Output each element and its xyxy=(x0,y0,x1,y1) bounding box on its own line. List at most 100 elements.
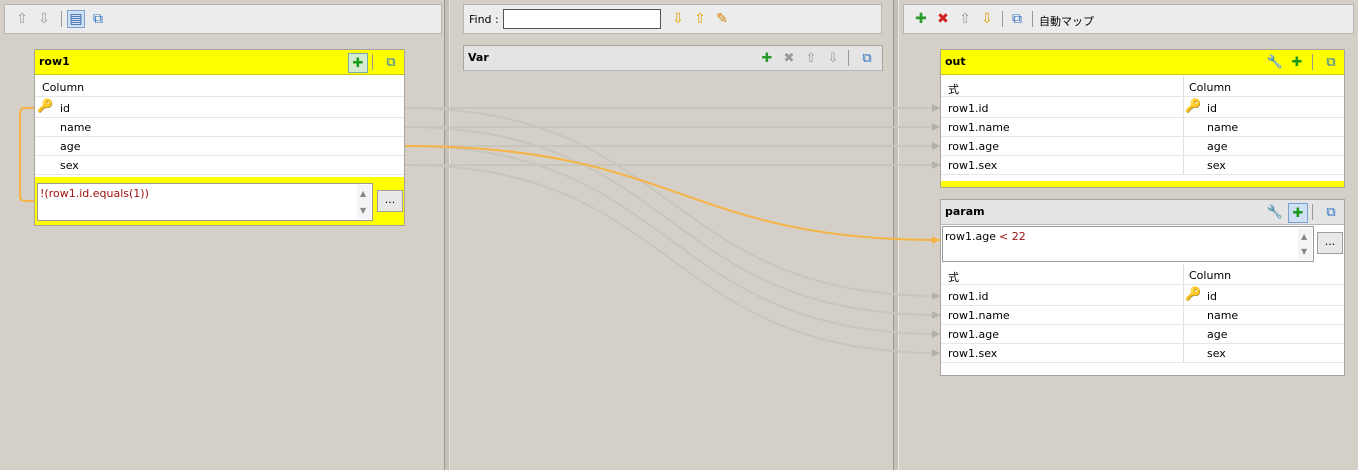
filter-variable: row1.age xyxy=(945,230,996,243)
filter-expression-input[interactable]: !(row1.id.equals(1)) ▲ ▼ xyxy=(37,183,373,221)
minimize-all-icon[interactable]: ⧉ xyxy=(1008,10,1026,28)
add-filter-icon[interactable]: ✚ xyxy=(348,53,368,73)
header-separator xyxy=(1312,54,1313,70)
out-title: out xyxy=(945,55,966,68)
filter-scrollbar[interactable]: ▲ ▼ xyxy=(1298,228,1312,260)
filter-expression-text: !(row1.id.equals(1)) xyxy=(40,187,149,200)
filter-operator: < 22 xyxy=(999,230,1026,243)
var-title: Var xyxy=(468,51,489,64)
param-title: param xyxy=(945,205,985,218)
expression-cell[interactable]: row1.sex xyxy=(948,159,997,172)
add-icon[interactable]: ✚ xyxy=(758,49,776,67)
var-header: Var ✚ ✖ ⇧ ⇩ ⧉ xyxy=(464,46,882,71)
column-header-row: Column xyxy=(35,78,404,97)
expression-header: 式 xyxy=(948,83,959,96)
expression-cell[interactable]: row1.sex xyxy=(948,347,997,360)
column-header-row: 式 Column xyxy=(941,78,1344,97)
column-name: id xyxy=(60,102,71,115)
table-row[interactable]: row1.id 🔑 id xyxy=(941,99,1344,118)
param-table: param 🔧 ✚ ⧉ row1.age < 22 ▲ ▼ ... 式 Colum… xyxy=(940,199,1345,376)
expression-cell[interactable]: row1.id xyxy=(948,102,989,115)
output-toolbar: ✚ ✖ ⇧ ⇩ ⧉ 自動マップ xyxy=(903,4,1354,34)
column-name: name xyxy=(1207,121,1239,134)
param-filter-input[interactable]: row1.age < 22 ▲ ▼ xyxy=(942,226,1314,262)
wrench-icon[interactable]: 🔧 xyxy=(1266,53,1284,71)
expression-cell[interactable]: row1.name xyxy=(948,121,1010,134)
table-row[interactable]: row1.sex sex xyxy=(941,344,1344,363)
row1-title: row1 xyxy=(39,55,70,68)
table-row[interactable]: sex xyxy=(35,156,404,175)
column-name: name xyxy=(1207,309,1239,322)
table-row[interactable]: row1.sex sex xyxy=(941,156,1344,175)
table-row[interactable]: row1.name name xyxy=(941,306,1344,325)
remove-icon[interactable]: ✖ xyxy=(780,49,798,67)
expression-cell[interactable]: row1.age xyxy=(948,140,999,153)
remove-output-icon[interactable]: ✖ xyxy=(934,10,952,28)
filter-expression-button[interactable]: ... xyxy=(377,190,403,212)
find-input[interactable] xyxy=(503,9,661,29)
column-name: sex xyxy=(1207,159,1226,172)
find-previous-icon[interactable]: ⇧ xyxy=(691,10,709,28)
header-separator xyxy=(848,50,849,66)
add-output-icon[interactable]: ✚ xyxy=(912,10,930,28)
column-name: age xyxy=(60,140,81,153)
column-name: name xyxy=(60,121,92,134)
find-next-icon[interactable]: ⇩ xyxy=(669,10,687,28)
table-row[interactable]: 🔑 id xyxy=(35,99,404,118)
move-up-icon[interactable]: ⇧ xyxy=(802,49,820,67)
table-view-icon[interactable]: ▤ xyxy=(67,10,85,28)
filter-expression-button[interactable]: ... xyxy=(1317,232,1343,254)
minimize-icon[interactable]: ⧉ xyxy=(1322,53,1340,71)
minimize-icon[interactable]: ⧉ xyxy=(858,49,876,67)
column-header: Column xyxy=(42,81,85,94)
output-panel: ✚ ✖ ⇧ ⇩ ⧉ 自動マップ out 🔧 ✚ ⧉ 式 Column row1.… xyxy=(899,0,1358,470)
var-panel: Find : ⇩ ⇧ ✎ Var ✚ ✖ ⇧ ⇩ ⧉ xyxy=(450,0,894,470)
minimize-icon[interactable]: ⧉ xyxy=(382,53,400,71)
column-header: Column xyxy=(1189,81,1232,94)
param-header: param 🔧 ✚ ⧉ xyxy=(941,200,1344,225)
column-name: age xyxy=(1207,328,1228,341)
table-row[interactable]: row1.name name xyxy=(941,118,1344,137)
input-toolbar: ⇧ ⇩ ▤ ⧉ xyxy=(4,4,442,34)
highlight-icon[interactable]: ✎ xyxy=(713,10,731,28)
add-filter-icon[interactable]: ✚ xyxy=(1288,53,1306,71)
find-label: Find : xyxy=(469,13,499,26)
expression-cell[interactable]: row1.id xyxy=(948,290,989,303)
move-down-icon[interactable]: ⇩ xyxy=(978,10,996,28)
table-row[interactable]: row1.age age xyxy=(941,137,1344,156)
move-down-icon[interactable]: ⇩ xyxy=(824,49,842,67)
wrench-icon[interactable]: 🔧 xyxy=(1266,203,1284,221)
var-table: Var ✚ ✖ ⇧ ⇩ ⧉ xyxy=(463,45,883,71)
key-icon: 🔑 xyxy=(37,99,54,114)
find-toolbar: Find : ⇩ ⇧ ✎ xyxy=(463,4,882,34)
expression-cell[interactable]: row1.age xyxy=(948,328,999,341)
expression-cell[interactable]: row1.name xyxy=(948,309,1010,322)
add-filter-icon[interactable]: ✚ xyxy=(1288,203,1308,223)
minimize-all-icon[interactable]: ⧉ xyxy=(89,10,107,28)
move-up-icon[interactable]: ⇧ xyxy=(956,10,974,28)
table-row[interactable]: row1.id 🔑 id xyxy=(941,287,1344,306)
move-down-icon[interactable]: ⇩ xyxy=(35,10,53,28)
move-up-icon[interactable]: ⇧ xyxy=(13,10,31,28)
minimize-icon[interactable]: ⧉ xyxy=(1322,203,1340,221)
row1-header: row1 ✚ ⧉ xyxy=(35,50,404,75)
table-row[interactable]: age xyxy=(35,137,404,156)
column-name: sex xyxy=(60,159,79,172)
table-row[interactable]: row1.age age xyxy=(941,325,1344,344)
column-name: age xyxy=(1207,140,1228,153)
toolbar-separator xyxy=(61,11,62,27)
row1-table: row1 ✚ ⧉ Column 🔑 id name age sex !(row1… xyxy=(34,49,405,226)
header-separator xyxy=(1312,204,1313,220)
column-name: sex xyxy=(1207,347,1226,360)
table-row[interactable]: name xyxy=(35,118,404,137)
key-icon: 🔑 xyxy=(1185,99,1202,114)
out-footer-bar xyxy=(941,181,1344,187)
auto-map-button[interactable]: 自動マップ xyxy=(1039,13,1094,29)
expression-header: 式 xyxy=(948,271,959,284)
filter-scrollbar[interactable]: ▲ ▼ xyxy=(357,185,371,219)
header-separator xyxy=(372,54,373,70)
input-panel: ⇧ ⇩ ▤ ⧉ row1 ✚ ⧉ Column 🔑 id name age se… xyxy=(0,0,446,470)
toolbar-separator xyxy=(1032,11,1033,27)
key-icon: 🔑 xyxy=(1185,287,1202,302)
column-header-row: 式 Column xyxy=(941,266,1344,285)
